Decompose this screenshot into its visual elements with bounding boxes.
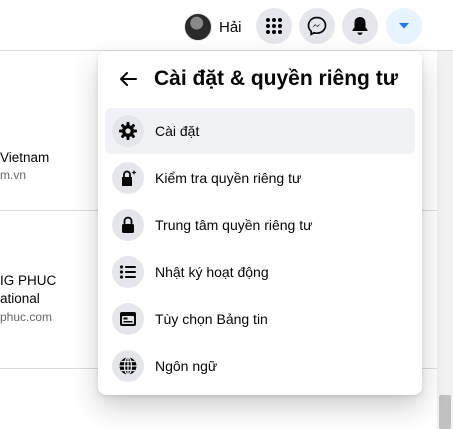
notifications-button[interactable] (342, 8, 378, 44)
settings-privacy-panel: Cài đặt & quyền riêng tư Cài đặt Kiểm tr… (98, 51, 422, 395)
arrow-left-icon (119, 71, 137, 92)
bell-icon (351, 16, 369, 36)
caret-down-icon (398, 22, 410, 30)
profile-name: Hải (219, 18, 242, 36)
menu-item-privacy-center[interactable]: Trung tâm quyền riêng tư (105, 202, 415, 248)
menu-item-settings[interactable]: Cài đặt (105, 108, 415, 154)
menu-item-news-feed-preferences[interactable]: Tùy chọn Bảng tin (105, 296, 415, 342)
back-button[interactable] (110, 63, 146, 99)
feed-item-subtitle: phuc.com (0, 310, 53, 324)
profile-shortcut[interactable]: Hải (184, 12, 242, 42)
scrollbar[interactable] (437, 51, 453, 429)
globe-icon (112, 350, 144, 382)
feed-item-title[interactable]: Vietnam (0, 150, 49, 165)
panel-header: Cài đặt & quyền riêng tư (98, 61, 422, 101)
menu-item-privacy-checkup[interactable]: Kiểm tra quyền riêng tư (105, 155, 415, 201)
feed-item-subtitle: m.vn (0, 168, 27, 182)
menu-button[interactable] (256, 8, 292, 44)
menu-item-label: Tùy chọn Bảng tin (155, 311, 268, 327)
feed-item-title-line2[interactable]: ational (0, 291, 40, 306)
messenger-icon (307, 16, 327, 36)
messenger-button[interactable] (299, 8, 335, 44)
scrollbar-thumb[interactable] (439, 395, 451, 429)
news-feed-icon (112, 303, 144, 335)
avatar (184, 13, 212, 41)
feed-item-title[interactable]: IG PHUC (0, 273, 56, 288)
menu-item-label: Kiểm tra quyền riêng tư (155, 170, 302, 186)
gear-icon (112, 115, 144, 147)
panel-title: Cài đặt & quyền riêng tư (154, 67, 398, 90)
menu-item-activity-log[interactable]: Nhật ký hoạt động (105, 249, 415, 295)
settings-menu: Cài đặt Kiểm tra quyền riêng tư Trung tâ… (105, 108, 415, 390)
menu-item-language[interactable]: Ngôn ngữ (105, 343, 415, 389)
top-navigation-bar: Hải (0, 0, 453, 51)
lock-icon (112, 209, 144, 241)
lock-sparkle-icon (112, 162, 144, 194)
menu-item-label: Cài đặt (155, 123, 200, 139)
menu-item-label: Nhật ký hoạt động (155, 264, 269, 280)
grid-icon (265, 17, 283, 35)
menu-item-label: Trung tâm quyền riêng tư (155, 217, 313, 233)
menu-item-label: Ngôn ngữ (155, 358, 218, 374)
account-button[interactable] (386, 8, 422, 44)
list-icon (112, 256, 144, 288)
